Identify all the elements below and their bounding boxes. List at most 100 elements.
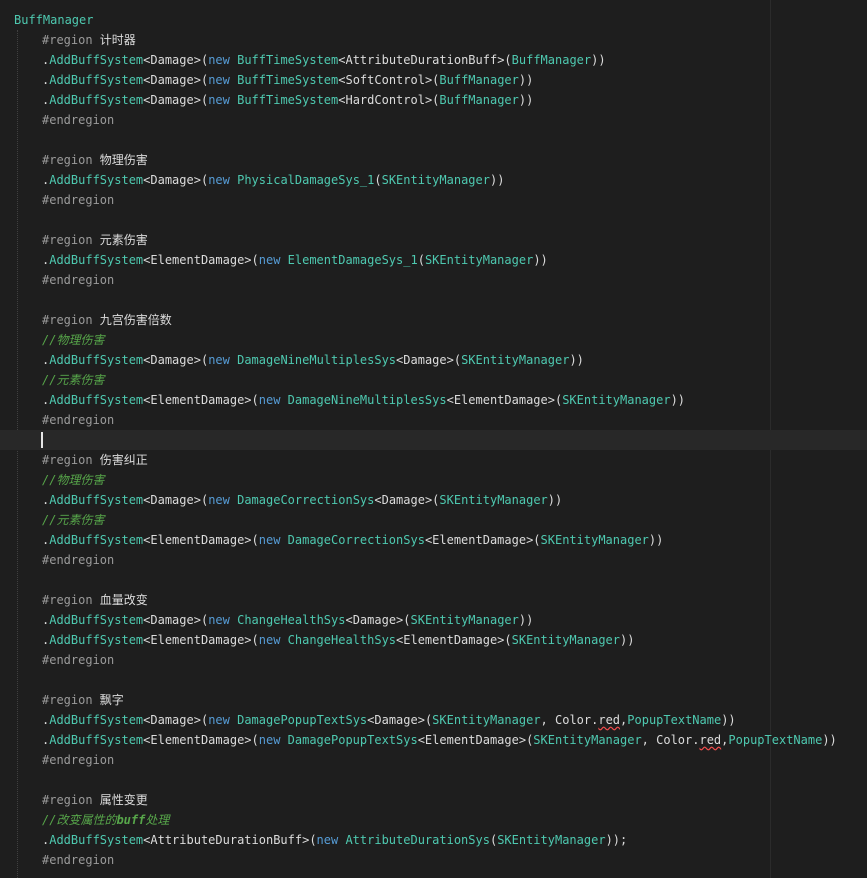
code-token: PopupTextName <box>728 733 823 747</box>
code-token: SKEntityManager <box>562 393 671 407</box>
code-token: <ElementDamage>( <box>143 533 259 547</box>
code-token: <ElementDamage>( <box>396 633 512 647</box>
code-token: <ElementDamage>( <box>143 733 259 747</box>
code-line[interactable]: #region 元素伤害 <box>0 230 148 250</box>
code-line[interactable]: #region 计时器 <box>0 30 136 50</box>
code-line[interactable]: .AddBuffSystem<AttributeDurationBuff>(ne… <box>0 830 627 850</box>
code-line[interactable]: .AddBuffSystem<Damage>(new DamageCorrect… <box>0 490 562 510</box>
code-line[interactable]: .AddBuffSystem<ElementDamage>(new Damage… <box>0 530 663 550</box>
code-token: //元素伤害 <box>42 513 105 527</box>
code-token: <Damage>( <box>143 173 209 187</box>
code-token: <ElementDamage>( <box>424 533 541 547</box>
code-token: BuffManager <box>439 73 519 87</box>
code-token: 血量改变 <box>99 593 148 607</box>
code-line[interactable]: //改变属性的buff处理 <box>0 810 169 830</box>
code-token: <ElementDamage>( <box>446 393 563 407</box>
code-token: new <box>208 93 238 107</box>
code-token: SKEntityManager <box>439 493 548 507</box>
code-line[interactable]: BuffManager <box>0 10 93 30</box>
code-token: SKEntityManager <box>424 253 534 267</box>
code-token: DamageCorrectionSys <box>237 493 375 507</box>
code-line[interactable]: .AddBuffSystem<ElementDamage>(new Change… <box>0 630 634 650</box>
code-line[interactable]: #endregion <box>0 270 114 290</box>
code-token: AddBuffSystem <box>49 613 144 627</box>
code-token: new <box>258 393 288 407</box>
code-token: )) <box>569 353 584 367</box>
code-token: //物理伤害 <box>42 473 105 487</box>
code-line[interactable]: .AddBuffSystem<ElementDamage>(new Elemen… <box>0 250 548 270</box>
code-token: #endregion <box>42 413 115 427</box>
code-token: SKEntityManager <box>410 613 519 627</box>
code-token: buff <box>116 813 146 827</box>
code-line[interactable]: #endregion <box>0 110 114 130</box>
code-line[interactable]: .AddBuffSystem<Damage>(new BuffTimeSyste… <box>0 90 533 110</box>
code-line[interactable]: #endregion <box>0 550 114 570</box>
code-line[interactable]: #endregion <box>0 410 114 430</box>
code-line[interactable]: #region 伤害纠正 <box>0 450 148 470</box>
code-token: SKEntityManager <box>497 833 606 847</box>
code-line[interactable] <box>0 770 42 790</box>
code-token: ( <box>374 173 382 187</box>
code-line[interactable]: #endregion <box>0 650 114 670</box>
code-line[interactable]: #endregion <box>0 190 114 210</box>
code-line[interactable]: //元素伤害 <box>0 510 104 530</box>
code-line[interactable] <box>0 290 42 310</box>
code-token: #endregion <box>42 653 115 667</box>
code-token: #endregion <box>42 193 115 207</box>
code-line[interactable]: #region 血量改变 <box>0 590 148 610</box>
code-token: AddBuffSystem <box>49 633 144 647</box>
code-token: 物理伤害 <box>99 153 148 167</box>
code-line[interactable]: .AddBuffSystem<Damage>(new DamagePopupTe… <box>0 710 736 730</box>
code-line[interactable]: #endregion <box>0 750 114 770</box>
code-token: )) <box>648 533 664 547</box>
code-token: )) <box>489 173 505 187</box>
code-line[interactable] <box>0 570 42 590</box>
code-token: #region <box>42 153 100 167</box>
code-token: )) <box>721 713 736 727</box>
code-token: , Color. <box>641 733 700 747</box>
code-line[interactable]: //元素伤害 <box>0 370 104 390</box>
code-token: <AttributeDurationBuff>( <box>338 53 512 67</box>
code-token: ( <box>417 253 425 267</box>
code-token: #region <box>42 593 100 607</box>
code-line[interactable] <box>0 430 867 450</box>
code-line[interactable] <box>0 210 42 230</box>
code-token: //元素伤害 <box>42 373 105 387</box>
code-token: <Damage>( <box>374 493 440 507</box>
code-token: AddBuffSystem <box>49 533 144 547</box>
code-token: BuffManager <box>511 53 592 67</box>
code-token: 飘字 <box>99 693 124 707</box>
code-token: AddBuffSystem <box>49 253 144 267</box>
code-line[interactable]: #endregion <box>0 850 114 870</box>
code-line[interactable]: #region 物理伤害 <box>0 150 148 170</box>
code-token: SKEntityManager <box>381 173 490 187</box>
code-line[interactable]: #region 飘字 <box>0 690 124 710</box>
code-token: #endregion <box>42 113 115 127</box>
code-line[interactable]: #region 九宫伤害倍数 <box>0 310 172 330</box>
code-token: )) <box>670 393 686 407</box>
code-editor[interactable]: BuffManager #region 计时器 .AddBuffSystem<Dam… <box>0 0 867 878</box>
code-line[interactable]: .AddBuffSystem<Damage>(new BuffTimeSyste… <box>0 50 606 70</box>
code-line[interactable]: .AddBuffSystem<Damage>(new ChangeHealthS… <box>0 610 533 630</box>
code-line[interactable]: //物理伤害 <box>0 330 104 350</box>
code-line[interactable]: .AddBuffSystem<Damage>(new BuffTimeSyste… <box>0 70 533 90</box>
code-token: AddBuffSystem <box>49 733 144 747</box>
code-line[interactable]: //物理伤害 <box>0 470 104 490</box>
code-line[interactable]: .AddBuffSystem<Damage>(new DamageNineMul… <box>0 350 584 370</box>
code-token: DamageCorrectionSys <box>287 533 425 547</box>
code-token: SKEntityManager <box>461 353 570 367</box>
code-token: new <box>258 733 288 747</box>
code-line[interactable]: #region 属性变更 <box>0 790 148 810</box>
code-line[interactable]: .AddBuffSystem<ElementDamage>(new Damage… <box>0 730 837 750</box>
code-line[interactable] <box>0 670 42 690</box>
code-token: )) <box>620 633 635 647</box>
code-line[interactable]: .AddBuffSystem<Damage>(new PhysicalDamag… <box>0 170 504 190</box>
code-token: )) <box>591 53 606 67</box>
code-token: <Damage>( <box>143 353 209 367</box>
code-token: 属性变更 <box>99 793 148 807</box>
code-token: red <box>598 713 621 727</box>
code-token: #endregion <box>42 853 115 867</box>
code-line[interactable]: .AddBuffSystem<ElementDamage>(new Damage… <box>0 390 685 410</box>
code-line[interactable] <box>0 130 42 150</box>
code-token: )) <box>518 613 534 627</box>
